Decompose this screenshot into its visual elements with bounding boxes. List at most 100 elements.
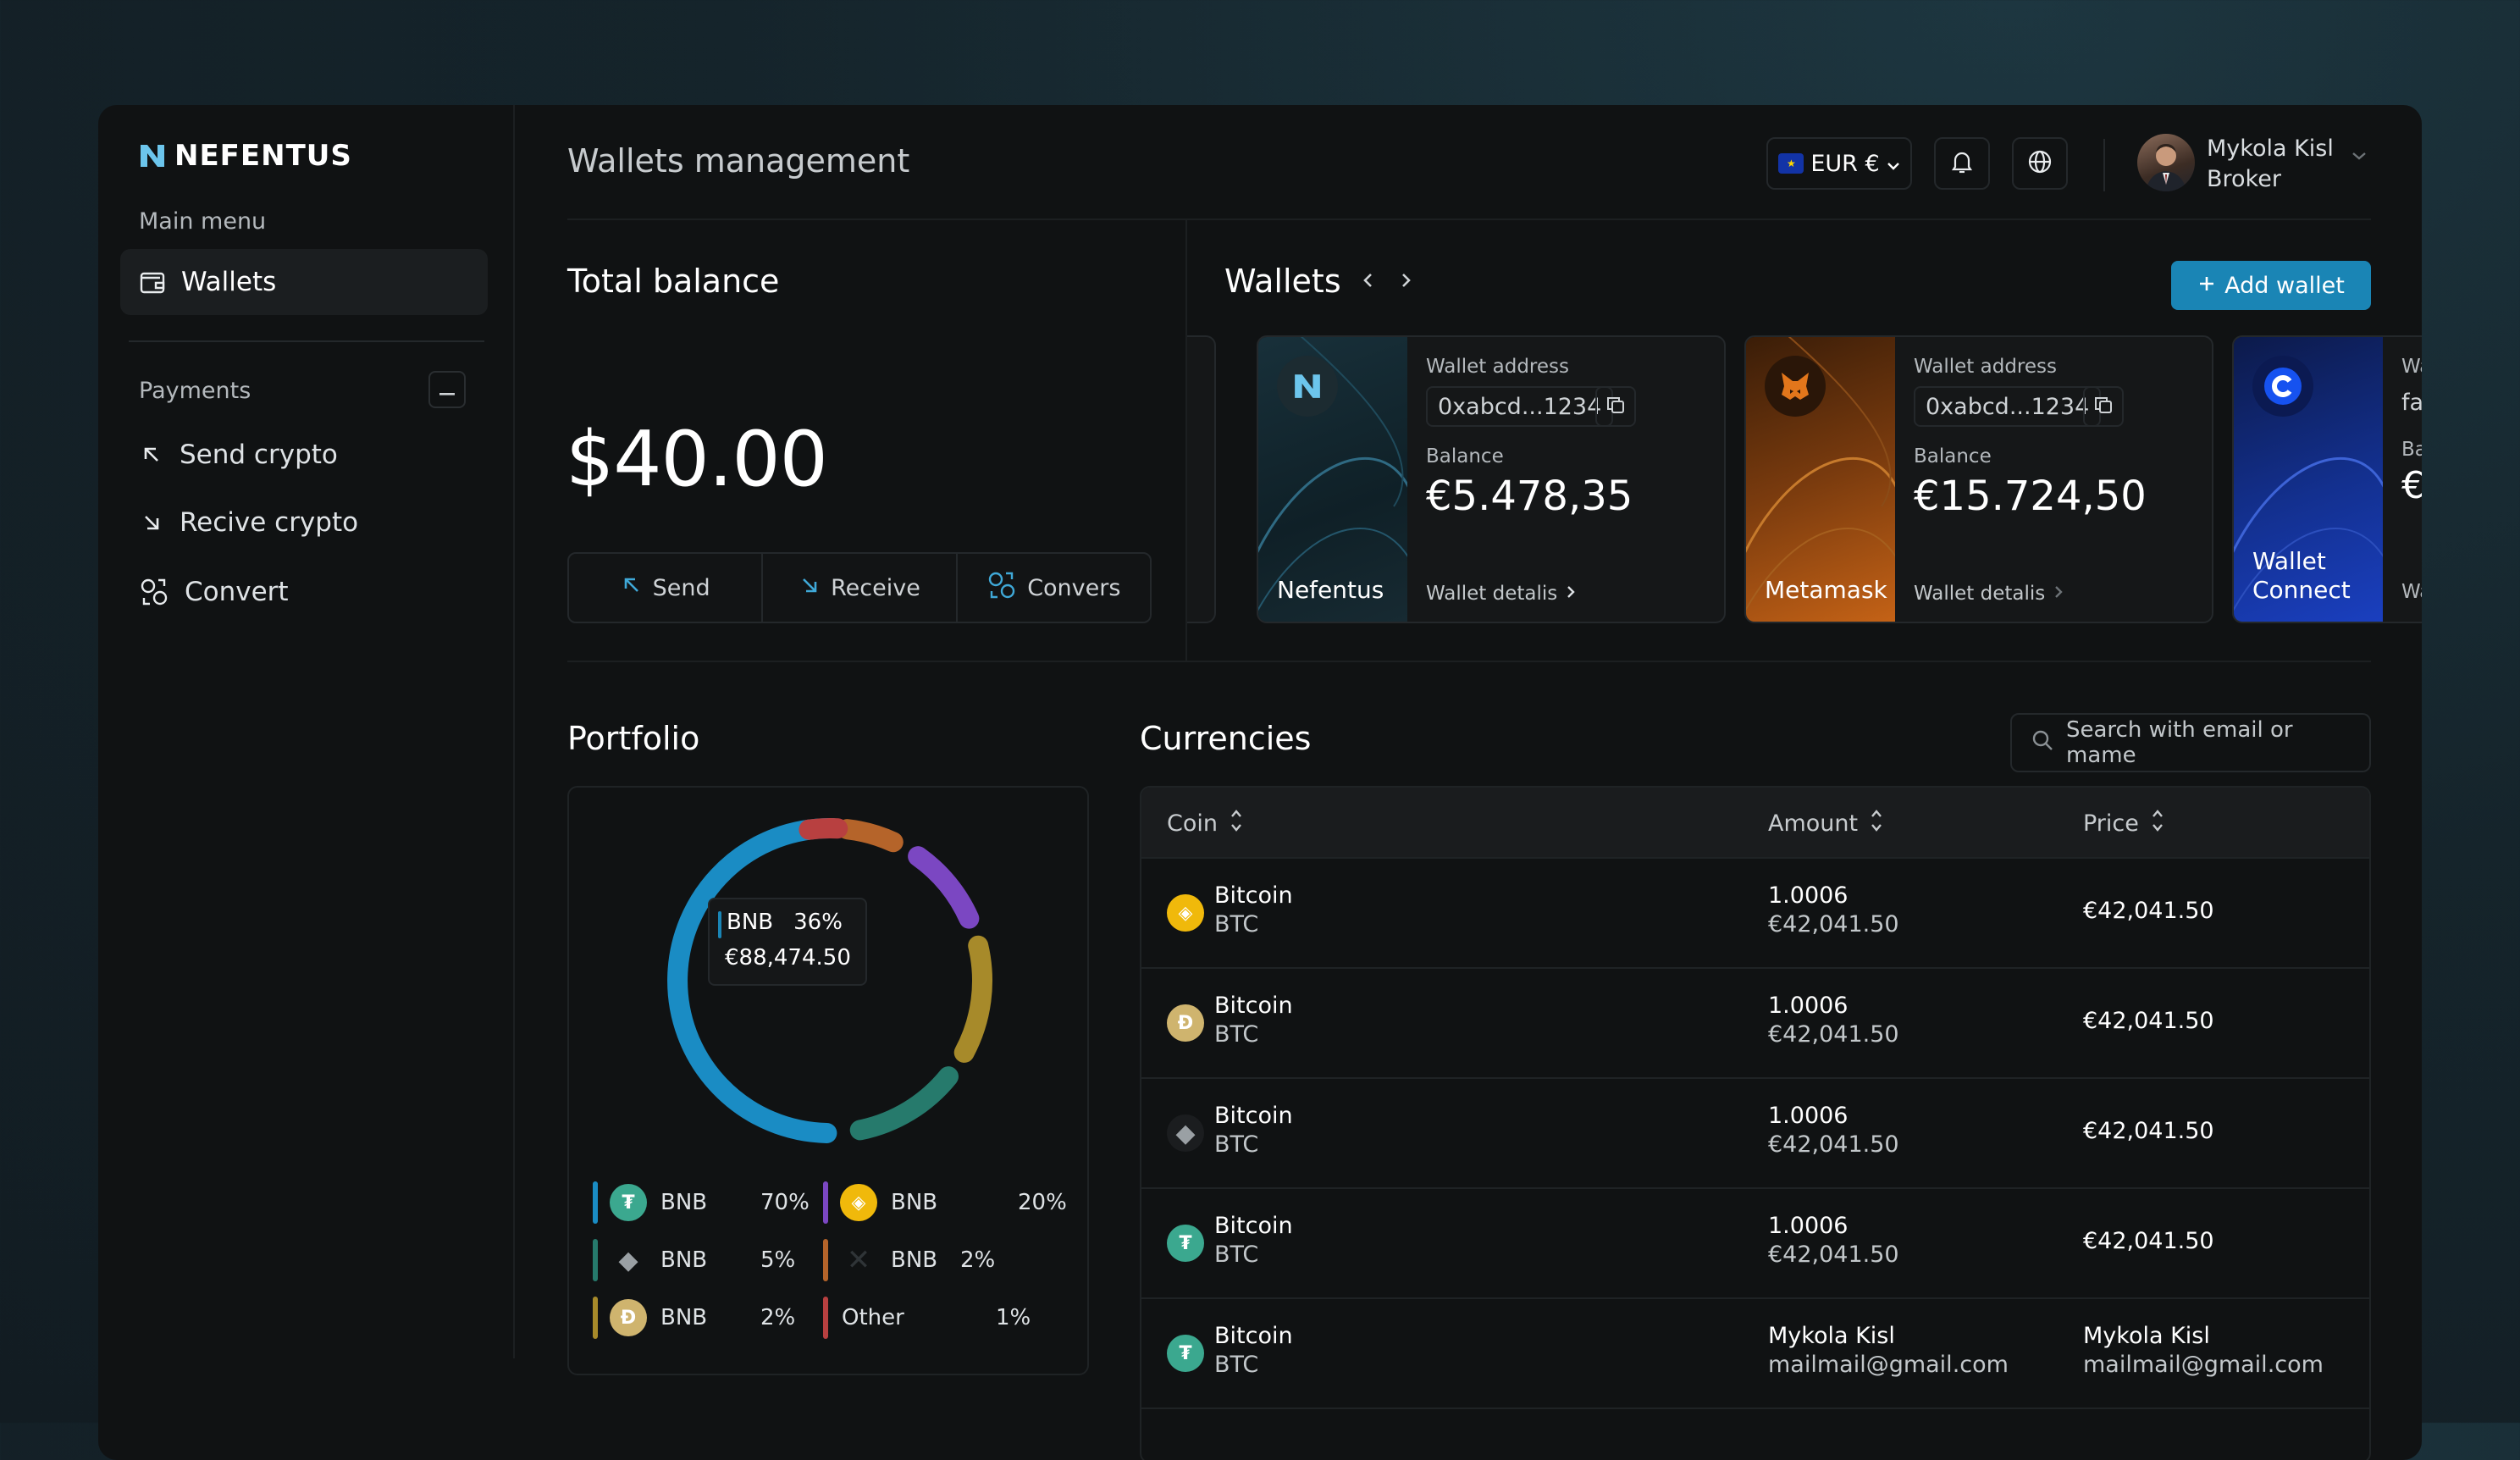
wallet-card-nefentus[interactable]: Nefentus Wallet address 0xabcd...1234 Ba… bbox=[1257, 335, 1726, 623]
add-wallet-button[interactable]: Add wallet bbox=[2171, 261, 2371, 310]
plus-icon bbox=[2197, 273, 2216, 299]
notifications-button[interactable] bbox=[1934, 137, 1990, 190]
legend-item[interactable]: ◆ BNB 5% bbox=[593, 1238, 830, 1282]
coin-symbol: BTC bbox=[1214, 1352, 1259, 1378]
total-balance-title: Total balance bbox=[567, 263, 780, 300]
balance-actions: Send Receive Convers bbox=[567, 552, 1152, 623]
sidebar-item-wallets[interactable]: Wallets bbox=[120, 249, 488, 315]
chevron-down-icon[interactable] bbox=[2351, 149, 2368, 165]
brand-name: NEFENTUS bbox=[174, 139, 352, 173]
chevron-right-icon bbox=[1399, 274, 1412, 293]
search-placeholder: Search with email or mame bbox=[2066, 717, 2293, 768]
table-header: Coin Amount Price bbox=[1141, 788, 2369, 857]
table-row[interactable]: ₮ Bitcoin BTC 1.0006 €42,041.50 €42,041.… bbox=[1141, 1187, 2369, 1297]
main-menu-label: Main menu bbox=[139, 208, 267, 235]
language-button[interactable] bbox=[2012, 137, 2068, 190]
tether-icon: ₮ bbox=[610, 1184, 647, 1221]
user-role: Broker bbox=[2207, 166, 2281, 192]
legend-name: BNB bbox=[891, 1247, 938, 1273]
wallet-icon bbox=[139, 268, 166, 296]
table-row[interactable]: Ð Bitcoin BTC 1.0006 €42,041.50 €42,041.… bbox=[1141, 967, 2369, 1077]
column-header-coin[interactable]: Coin bbox=[1167, 808, 1243, 839]
avatar[interactable] bbox=[2137, 134, 2195, 191]
bnb-icon: ◈ bbox=[1167, 894, 1204, 932]
x-icon: ✕ bbox=[846, 1243, 871, 1277]
coin-amount-fiat: €42,041.50 bbox=[1768, 911, 1899, 937]
copy-icon bbox=[1605, 395, 1626, 418]
wallet-details-link[interactable]: Wallet detalis bbox=[1426, 583, 1576, 605]
table-row[interactable]: ◆ Bitcoin BTC 1.0006 €42,041.50 €42,041.… bbox=[1141, 1077, 2369, 1187]
globe-icon bbox=[2027, 149, 2053, 178]
legend-item[interactable]: ✕ BNB 2% bbox=[823, 1238, 1077, 1282]
donut-segment-2[interactable] bbox=[953, 935, 992, 1063]
receive-button[interactable]: Receive bbox=[763, 554, 958, 622]
legend-item[interactable]: Ð BNB 2% bbox=[593, 1296, 830, 1340]
collapse-payments-button[interactable] bbox=[428, 371, 466, 408]
column-header-price[interactable]: Price bbox=[2083, 808, 2164, 839]
copy-address-button[interactable] bbox=[2083, 386, 2124, 427]
currencies-table: Coin Amount Price ◈ Bitcoin BTC 1.0006 €… bbox=[1140, 786, 2371, 1460]
send-button[interactable]: Send bbox=[569, 554, 764, 622]
sidebar-item-send-crypto[interactable]: Send crypto bbox=[120, 422, 488, 488]
legend-color-bar bbox=[593, 1181, 598, 1224]
currency-select[interactable]: ★ EUR € bbox=[1766, 137, 1912, 190]
sidebar-item-convert[interactable]: Convert bbox=[120, 559, 488, 625]
coin-amount: 1.0006 bbox=[1768, 1213, 1849, 1239]
legend-item[interactable]: Other 1% bbox=[823, 1296, 1077, 1340]
sidebar-item-label: Wallets bbox=[181, 267, 277, 297]
portfolio-title: Portfolio bbox=[567, 720, 700, 757]
payments-label: Payments bbox=[139, 378, 251, 404]
minus-icon bbox=[439, 377, 455, 402]
nefentus-logo-icon bbox=[1277, 356, 1338, 417]
legend-name: BNB bbox=[891, 1190, 938, 1215]
ethereum-icon: ◆ bbox=[618, 1245, 638, 1275]
table-row[interactable]: ₮ Bitcoin BTC Mykola Kisl mailmail@gmail… bbox=[1141, 1297, 2369, 1407]
doge-icon: Ð bbox=[610, 1299, 647, 1336]
coin-name: Bitcoin bbox=[1214, 1323, 1293, 1349]
coin-amount-fiat: mailmail@gmail.com bbox=[1768, 1352, 2009, 1378]
coin-amount: 1.0006 bbox=[1768, 882, 1849, 909]
wallet-card-metamask[interactable]: Metamask Wallet address 0xabcd...1234 Ba… bbox=[1744, 335, 2213, 623]
donut-segment-5[interactable] bbox=[799, 818, 848, 840]
arrow-down-right-icon bbox=[139, 510, 164, 535]
chart-tooltip: BNB 36% €88,474.50 bbox=[708, 898, 867, 986]
wallet-card-partial[interactable] bbox=[1187, 335, 1216, 623]
donut-segment-4[interactable] bbox=[837, 819, 904, 853]
currency-value: EUR € bbox=[1810, 150, 1880, 177]
sidebar-item-label: Convert bbox=[185, 577, 289, 607]
wallet-carousel: Nefentus Wallet address 0xabcd...1234 Ba… bbox=[1187, 335, 2422, 625]
wallet-card-walletconnect[interactable]: Wallet Connect Wa fa Ba € Wa bbox=[2232, 335, 2422, 623]
copy-address-button[interactable] bbox=[1595, 386, 1636, 427]
arrow-up-left-icon bbox=[621, 574, 643, 602]
sidebar-item-label: Recive crypto bbox=[180, 507, 359, 538]
table-row[interactable]: ◈ Bitcoin BTC 1.0006 €42,041.50 €42,041.… bbox=[1141, 857, 2369, 967]
sidebar-item-receive-crypto[interactable]: Recive crypto bbox=[120, 489, 488, 556]
chevron-right-icon bbox=[2053, 583, 2064, 605]
table-row[interactable] bbox=[1141, 1407, 2369, 1460]
search-icon bbox=[2031, 728, 2054, 758]
legend-pct: 5% bbox=[760, 1247, 796, 1273]
donut-segment-1[interactable] bbox=[849, 1066, 959, 1141]
column-header-amount[interactable]: Amount bbox=[1768, 808, 1883, 839]
tooltip-value: €88,474.50 bbox=[725, 945, 851, 971]
header-separator bbox=[2103, 139, 2105, 191]
sidebar: NEFENTUS Main menu Wallets Payments Send… bbox=[98, 105, 515, 1358]
legend-item[interactable]: ₮ BNB 70% bbox=[593, 1181, 830, 1225]
sidebar-divider bbox=[129, 340, 484, 342]
search-input[interactable]: Search with email or mame bbox=[2010, 713, 2371, 772]
donut-segment-3[interactable] bbox=[908, 846, 980, 929]
legend-pct: 2% bbox=[760, 1305, 796, 1330]
wallet-details-link[interactable]: Wallet detalis bbox=[1914, 583, 2064, 605]
coin-amount-fiat: €42,041.50 bbox=[1768, 1021, 1899, 1048]
convert-button[interactable]: Convers bbox=[958, 554, 1150, 622]
prev-wallet-button[interactable] bbox=[1362, 271, 1375, 293]
section-divider bbox=[567, 661, 2371, 662]
wallet-details-link[interactable]: Wa bbox=[2401, 581, 2422, 603]
wallet-card-image: Metamask bbox=[1746, 337, 1895, 622]
next-wallet-button[interactable] bbox=[1399, 271, 1412, 293]
sort-icon bbox=[1230, 808, 1243, 839]
brand-logo[interactable]: NEFENTUS bbox=[139, 139, 352, 173]
wallet-name: Wallet Connect bbox=[2252, 547, 2351, 604]
legend-color-bar bbox=[593, 1297, 598, 1339]
legend-item[interactable]: ◈ BNB 20% bbox=[823, 1181, 1077, 1225]
